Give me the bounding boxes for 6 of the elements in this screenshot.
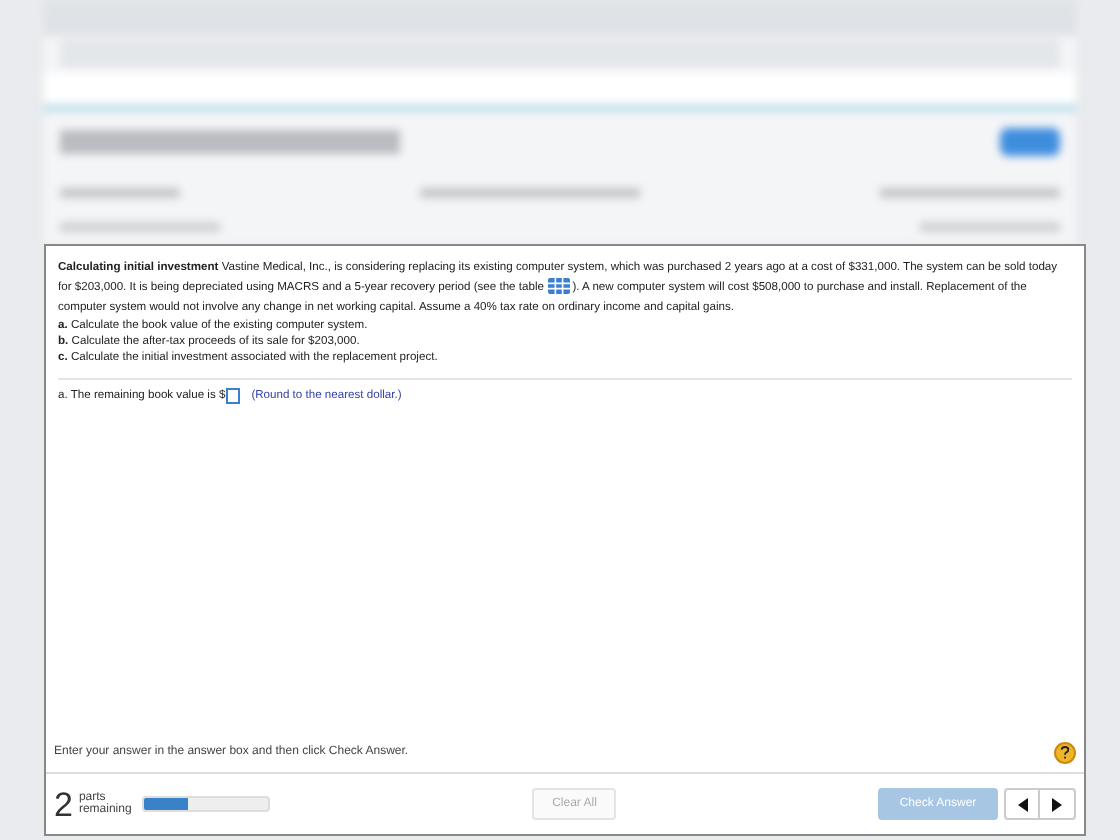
answer-field[interactable] (225, 388, 240, 405)
left-arrow-icon (1017, 797, 1027, 811)
table-icon[interactable] (547, 278, 570, 295)
right-arrow-icon (1052, 797, 1062, 811)
parts-count: 2 (54, 787, 73, 821)
help-icon[interactable] (1054, 742, 1076, 764)
